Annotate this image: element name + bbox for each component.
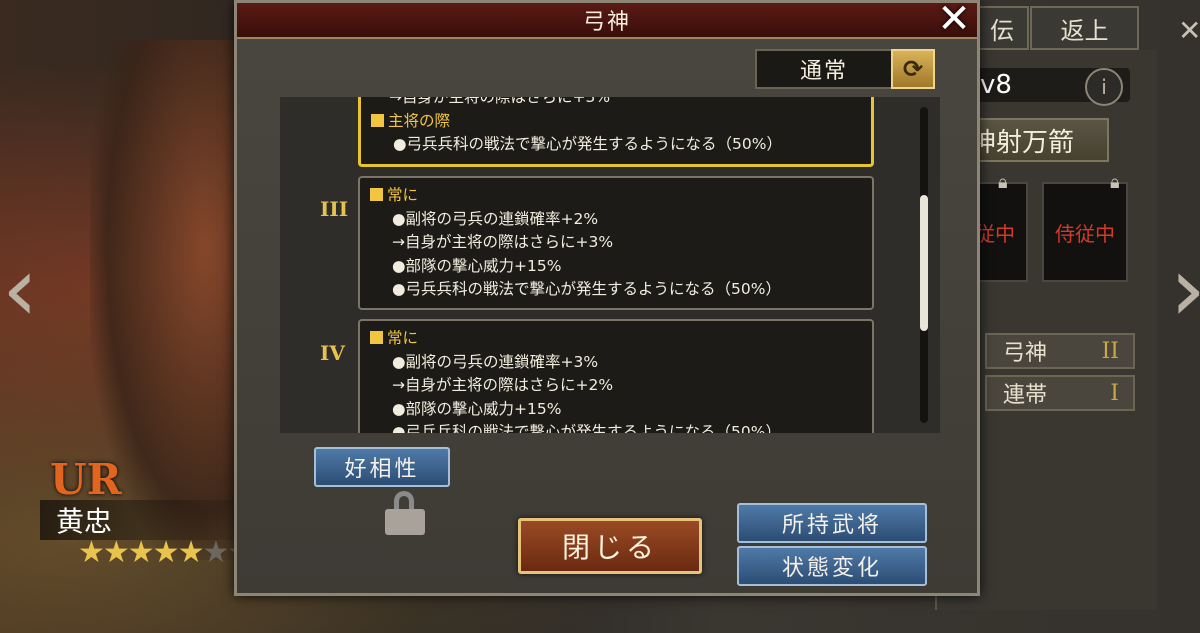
- gold-stars: ★★★★★: [78, 535, 204, 570]
- tab-partial[interactable]: 伝: [975, 6, 1029, 50]
- tier-line: ●弓兵兵科の戦法で撃心が発生するようになる（50%）: [393, 135, 782, 153]
- tier-numeral: III: [320, 197, 349, 221]
- skill-row-name: 弓神: [1003, 341, 1048, 366]
- mode-label: 通常: [799, 59, 848, 84]
- lock-body: [385, 509, 425, 535]
- close-icon[interactable]: ✕: [932, 0, 976, 42]
- scrollbar-thumb[interactable]: [920, 195, 928, 331]
- attendant-slot[interactable]: 侍従中: [1042, 182, 1128, 282]
- tier-card[interactable]: 常に ●副将の弓兵の連鎖確率+3% →自身が主将の際はさらに+2% ●部隊の撃心…: [358, 319, 874, 433]
- lock-icon: [385, 491, 427, 535]
- skill-row[interactable]: 弓神 II: [985, 333, 1135, 369]
- tier-line: →自身が主将の際はさらに+3%: [389, 97, 611, 106]
- lock-shackle: [394, 491, 414, 511]
- skill-row-name: 連帯: [1003, 383, 1048, 408]
- tier-condition-text: 主将の際: [388, 111, 451, 130]
- skill-detail-dialog: 弓神 ✕ 通常 ⟳ →自身が主将の際はさらに+3% 主将の際 ●弓兵兵科の戦法で…: [234, 0, 980, 596]
- tier-list[interactable]: →自身が主将の際はさらに+3% 主将の際 ●弓兵兵科の戦法で撃心が発生するように…: [280, 97, 940, 433]
- tier-condition-heading: 常に: [370, 327, 872, 351]
- previous-arrow-icon[interactable]: ‹: [2, 245, 38, 335]
- affinity-button[interactable]: 好相性: [314, 447, 450, 487]
- bullet-square-icon: [370, 188, 383, 201]
- tier-line: ●副将の弓兵の連鎖確率+2%: [392, 209, 599, 228]
- owned-generals-button[interactable]: 所持武将: [737, 503, 927, 543]
- skill-row-level: II: [1101, 338, 1119, 364]
- close-icon[interactable]: ✕: [1178, 14, 1200, 47]
- skill-row[interactable]: 連帯 I: [985, 375, 1135, 411]
- tier-line: →自身が主将の際はさらに+3%: [392, 233, 614, 251]
- tier-card[interactable]: 常に ●副将の弓兵の連鎖確率+2% →自身が主将の際はさらに+3% ●部隊の撃心…: [358, 176, 874, 310]
- general-name: 黄忠: [40, 500, 256, 540]
- lock-icon: 🔒︎: [1110, 172, 1120, 193]
- bullet-square-icon: [371, 113, 384, 127]
- rarity-badge: UR: [50, 455, 122, 504]
- tier-line: →自身が主将の際はさらに+2%: [392, 376, 614, 394]
- skill-row-level: I: [1110, 380, 1119, 406]
- tier-condition-text: 常に: [387, 329, 419, 347]
- tier-line: ●部隊の撃心威力+15%: [392, 256, 562, 275]
- bullet-square-icon: [370, 331, 383, 344]
- refresh-icon[interactable]: ⟳: [891, 49, 935, 89]
- tier-numeral: IV: [320, 341, 345, 365]
- dialog-title: 弓神: [237, 3, 977, 39]
- tier-line: ●部隊の撃心威力+15%: [392, 399, 562, 418]
- tier-line: ●弓兵兵科の戦法で撃心が発生するようになる（50%）: [392, 280, 781, 298]
- tier-condition-heading: 常に: [370, 184, 872, 208]
- slot-status: 侍従中: [1055, 221, 1115, 246]
- tier-condition-heading: 主将の際: [371, 110, 871, 134]
- return-button[interactable]: 返上: [1030, 6, 1139, 50]
- close-button[interactable]: 閉じる: [518, 518, 702, 574]
- tier-line: ●副将の弓兵の連鎖確率+3%: [392, 352, 599, 371]
- scrollbar[interactable]: [920, 107, 928, 423]
- tier-card-selected[interactable]: →自身が主将の際はさらに+3% 主将の際 ●弓兵兵科の戦法で撃心が発生するように…: [358, 97, 874, 167]
- tier-condition-text: 常に: [387, 186, 419, 204]
- status-change-button[interactable]: 状態変化: [737, 546, 927, 586]
- mode-selector[interactable]: 通常 ⟳: [755, 49, 935, 89]
- tier-line: ●弓兵兵科の戦法で撃心が発生するようになる（50%）: [392, 423, 781, 433]
- info-icon[interactable]: i: [1085, 68, 1123, 106]
- next-arrow-icon[interactable]: ›: [1170, 245, 1200, 335]
- lock-icon: 🔒︎: [998, 172, 1008, 193]
